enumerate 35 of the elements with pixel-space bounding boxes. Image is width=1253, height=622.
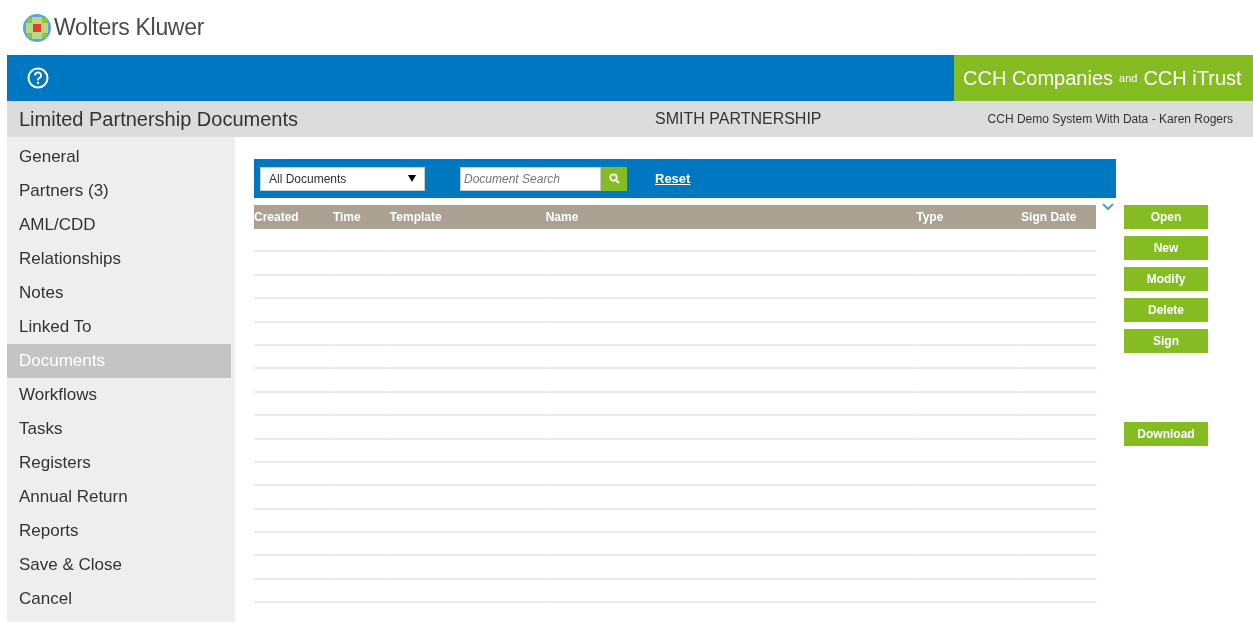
search-icon [608, 173, 620, 184]
document-filter-dropdown[interactable]: All Documents [260, 166, 425, 191]
sidebar-item[interactable]: Cancel [7, 582, 231, 616]
reset-link[interactable]: Reset [655, 171, 691, 186]
sidebar-item[interactable]: Linked To [7, 310, 231, 344]
sidebar-item[interactable]: Save & Close [7, 548, 231, 582]
product-name: CCH iTrust [1143, 66, 1242, 90]
logo-icon [22, 12, 52, 43]
help-icon[interactable] [27, 67, 49, 89]
sidebar-item[interactable]: Annual Return [7, 480, 231, 514]
system-user-label: CCH Demo System With Data - Karen Rogers [987, 112, 1233, 126]
sidebar-item[interactable]: Workflows [7, 378, 231, 412]
search-field[interactable]: Document Search [460, 166, 601, 191]
dropdown-caret-icon [408, 175, 416, 182]
column-header: Created [254, 209, 300, 226]
column-header: Type [916, 209, 945, 226]
entity-name: SMITH PARTNERSHIP [655, 110, 823, 128]
chevron-down-icon[interactable] [1102, 203, 1114, 211]
sidebar-item[interactable]: Notes [7, 276, 231, 310]
column-header: Sign Date [1021, 209, 1078, 226]
search-button[interactable] [601, 166, 627, 191]
logo-text: Wolters Kluwer [54, 14, 205, 41]
column-header: Time [332, 209, 362, 226]
sidebar-item[interactable]: Tasks [7, 412, 231, 446]
sidebar-item[interactable]: Relationships [7, 242, 231, 276]
page-title: Limited Partnership Documents [19, 107, 299, 131]
sidebar-item[interactable]: General [7, 140, 231, 174]
sidebar-item[interactable]: Registers [7, 446, 231, 480]
product-joiner: and [1119, 72, 1138, 84]
product-name: CCH Companies [963, 66, 1114, 90]
sidebar-item[interactable]: Partners (3) [7, 174, 231, 208]
column-header: Template [389, 209, 443, 226]
sidebar-item[interactable]: AML/CDD [7, 208, 231, 242]
column-header: Name [545, 209, 580, 226]
sidebar-item[interactable]: Reports [7, 514, 231, 548]
